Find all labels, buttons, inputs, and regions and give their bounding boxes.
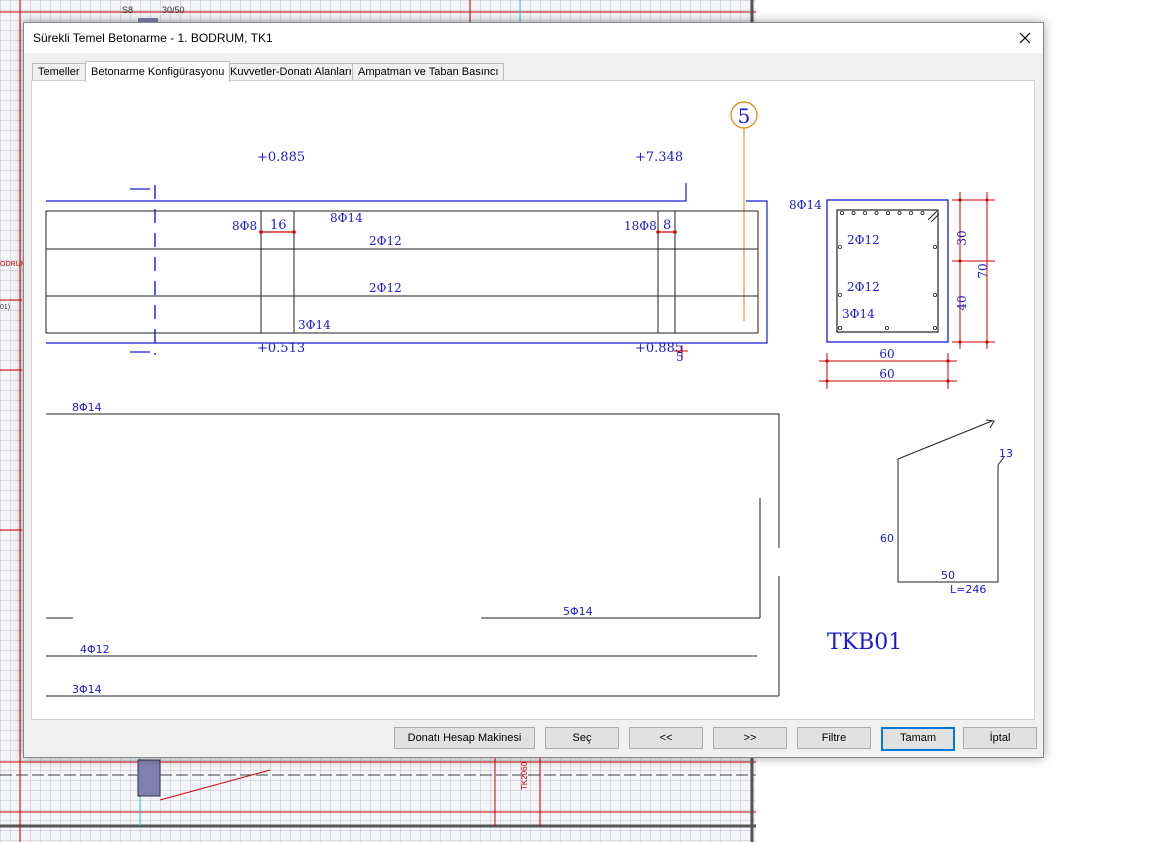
bg-label: 01) <box>0 304 11 311</box>
elevation-top-left: +0.885 <box>257 150 305 165</box>
rebar-dot <box>909 210 914 215</box>
rebar-dot <box>863 210 868 215</box>
next-button[interactable]: >> <box>713 727 787 749</box>
reinforcement-dialog: Sürekli Temel Betonarme - 1. BODRUM, TK1… <box>23 22 1044 758</box>
section-width-2: 60 <box>879 367 894 381</box>
title-bar[interactable]: Sürekli Temel Betonarme - 1. BODRUM, TK1 <box>24 23 1043 53</box>
rebar-dot <box>874 210 879 215</box>
axis-label: 5 <box>738 104 751 128</box>
close-icon[interactable] <box>1015 28 1035 48</box>
reinforcement-drawing: 5 +0.885 +7.348 +0.513 +0.885 8Φ8 16 18Φ… <box>45 101 1013 697</box>
dialog-title: Sürekli Temel Betonarme - 1. BODRUM, TK1 <box>33 31 273 45</box>
tab-reinforcement-config[interactable]: Betonarme Konfigürasyonu <box>85 61 231 82</box>
section-dim-total: 70 <box>976 263 990 278</box>
stirrup-spacing-right: 8 <box>663 218 671 233</box>
stirrup-width-label: 50 <box>941 569 955 582</box>
rebar-dot <box>838 325 843 330</box>
rebar-dot <box>840 210 845 215</box>
stirrup-height-label: 60 <box>880 532 894 545</box>
rebar-dot <box>933 244 938 249</box>
rebar-dot <box>838 244 843 249</box>
cancel-button[interactable]: İptal <box>963 727 1037 749</box>
schedule-bar-5: 3Φ14 <box>72 683 102 696</box>
end-dimension: 5 <box>676 350 684 364</box>
schedule-bar-4: 4Φ12 <box>80 643 110 656</box>
rebar-dot <box>885 325 890 330</box>
section-web-bars-1: 2Φ12 <box>847 233 880 247</box>
drawing-panel: 5 +0.885 +7.348 +0.513 +0.885 8Φ8 16 18Φ… <box>31 80 1035 720</box>
schedule-bar-top: 8Φ14 <box>72 401 102 414</box>
rebar-dot <box>886 210 891 215</box>
elevation-top-right: +7.348 <box>635 150 683 165</box>
section-bottom-bars: 3Φ14 <box>842 307 875 321</box>
bg-label: TK2060 <box>520 761 529 790</box>
bg-label: S8 <box>122 5 134 15</box>
close-icon-glyph <box>1019 32 1031 44</box>
cross-section <box>819 192 995 389</box>
stirrup-shape <box>897 419 1005 583</box>
stirrup-spacing-left: 16 <box>270 218 287 233</box>
select-button[interactable]: Seç <box>545 727 619 749</box>
stirrup-hook-label: 13 <box>999 447 1013 460</box>
rebar-dot <box>933 325 938 330</box>
tab-footing-pressure[interactable]: Ampatman ve Taban Basıncı <box>352 63 505 81</box>
beam-elevation <box>45 183 768 357</box>
section-top-bars: 8Φ14 <box>789 198 822 212</box>
section-dim-upper: 30 <box>955 230 969 245</box>
filter-button[interactable]: Filtre <box>797 727 871 749</box>
bg-label: 30/50 <box>162 5 185 15</box>
ok-button[interactable]: Tamam <box>881 727 955 751</box>
web-bars-1-label: 2Φ12 <box>369 234 402 248</box>
stirrup-length-label: L=246 <box>950 583 986 596</box>
section-dim-lower: 40 <box>955 295 969 310</box>
rebar-dot <box>851 210 856 215</box>
web-bars-2-label: 2Φ12 <box>369 281 402 295</box>
stirrups-left-label: 8Φ8 <box>232 219 257 233</box>
beam-label: TKB01 <box>827 630 902 655</box>
bar-schedule <box>46 413 780 697</box>
section-web-bars-2: 2Φ12 <box>847 280 880 294</box>
top-bars-label: 8Φ14 <box>330 211 363 225</box>
rebar-dot <box>897 210 902 215</box>
rebar-calculator-button[interactable]: Donatı Hesap Makinesi <box>394 727 535 749</box>
rebar-dot <box>838 292 843 297</box>
previous-button[interactable]: << <box>629 727 703 749</box>
rebar-dot <box>920 210 925 215</box>
rebar-dot <box>933 292 938 297</box>
bottom-bars-label: 3Φ14 <box>298 318 331 332</box>
section-width-1: 60 <box>879 347 894 361</box>
tab-forces-areas[interactable]: Kuvvetler-Donatı Alanları <box>224 63 358 81</box>
stirrups-right-label: 18Φ8 <box>624 219 657 233</box>
schedule-bar-mid: 5Φ14 <box>563 605 593 618</box>
tab-foundations[interactable]: Temeller <box>32 63 86 81</box>
